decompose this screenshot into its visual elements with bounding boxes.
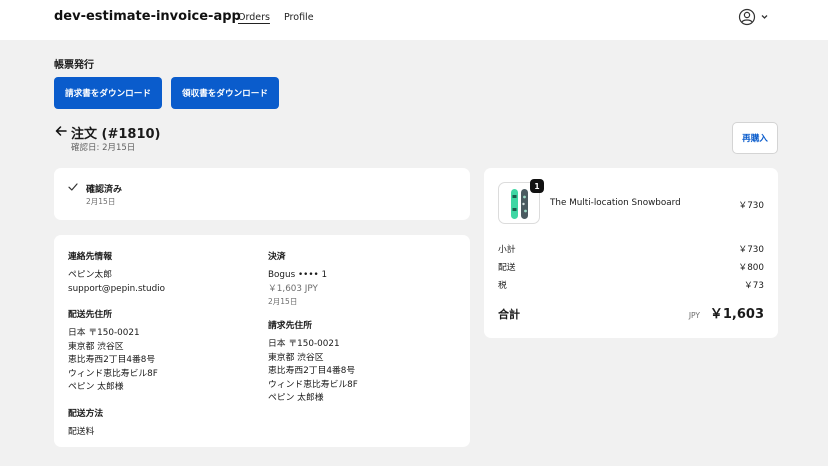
payment-amount: ￥1,603 JPY — [268, 283, 318, 294]
tax-label: 税 — [498, 281, 507, 291]
billing-address-line: 恵比寿西2丁目4番8号 — [268, 366, 356, 376]
contact-email: support@pepin.studio — [68, 283, 165, 294]
product-name: The Multi-location Snowboard — [550, 198, 681, 208]
order-summary-card: 1 The Multi-location Snowboard ￥730 小計 ￥… — [484, 168, 778, 338]
payment-method: Bogus •••• 1 — [268, 270, 328, 280]
back-arrow-icon[interactable] — [54, 124, 68, 138]
billing-address-heading: 請求先住所 — [268, 321, 312, 331]
shipping-label: 配送 — [498, 263, 516, 273]
total-row: 合計 JPY ￥1,603 — [498, 303, 764, 322]
shipping-address-line: 東京都 渋谷区 — [68, 341, 124, 352]
tax-value: ￥73 — [744, 281, 764, 291]
chevron-down-icon — [761, 15, 768, 19]
payment-date: 2月15日 — [268, 297, 298, 306]
contact-name: ペピン太郎 — [68, 270, 112, 280]
billing-address-line: ウィンド恵比寿ビル8F — [268, 379, 358, 390]
nav-profile-link[interactable]: Profile — [284, 12, 314, 23]
checkmark-icon — [68, 183, 78, 191]
shipping-address-line: ウィンド恵比寿ビル8F — [68, 368, 158, 379]
nav-orders-link[interactable]: Orders — [238, 12, 270, 23]
app-title: dev-estimate-invoice-app — [54, 9, 241, 24]
download-receipt-button[interactable]: 領収書をダウンロード — [171, 77, 279, 109]
shipping-value: ￥800 — [738, 263, 764, 273]
contact-info-heading: 連絡先情報 — [68, 252, 112, 262]
subtotal-row: 小計 ￥730 — [498, 242, 764, 255]
shipping-address-line: 恵比寿西2丁目4番8号 — [68, 355, 156, 365]
order-details-card: 連絡先情報 ペピン太郎 support@pepin.studio 配送先住所 日… — [54, 235, 470, 447]
documents-heading: 帳票発行 — [54, 60, 94, 71]
order-title: 注文 (#1810) — [71, 127, 161, 142]
download-invoice-button[interactable]: 請求書をダウンロード — [54, 77, 162, 109]
reorder-button[interactable]: 再購入 — [732, 122, 778, 154]
shipping-address-line: ペピン 太郎様 — [68, 382, 124, 392]
order-confirmed-date: 確認日: 2月15日 — [71, 143, 136, 153]
billing-address-line: 東京都 渋谷区 — [268, 352, 324, 363]
details-left-column: 連絡先情報 ペピン太郎 support@pepin.studio 配送先住所 日… — [68, 249, 165, 439]
status-label: 確認済み — [86, 185, 123, 195]
total-label: 合計 — [498, 308, 520, 321]
status-card: 確認済み 2月15日 — [54, 168, 470, 220]
shipping-method-value: 配送料 — [68, 426, 95, 437]
billing-address-line: 日本 〒150-0021 — [268, 339, 340, 349]
total-currency: JPY — [688, 311, 700, 320]
payment-heading: 決済 — [268, 252, 286, 262]
account-menu-button[interactable] — [738, 8, 770, 28]
shipping-row: 配送 ￥800 — [498, 260, 764, 273]
subtotal-value: ￥730 — [738, 245, 764, 255]
shipping-address-line: 日本 〒150-0021 — [68, 328, 140, 338]
tax-row: 税 ￥73 — [498, 278, 764, 291]
details-right-column: 決済 Bogus •••• 1 ￥1,603 JPY 2月15日 請求先住所 日… — [268, 249, 358, 406]
user-avatar-icon — [738, 8, 768, 26]
subtotal-label: 小計 — [498, 245, 516, 255]
shipping-address-heading: 配送先住所 — [68, 310, 112, 320]
status-date: 2月15日 — [86, 197, 116, 206]
app-header: dev-estimate-invoice-app Orders Profile — [0, 0, 828, 40]
total-value: ￥1,603 — [709, 307, 764, 322]
product-price: ￥730 — [738, 201, 764, 211]
shipping-method-heading: 配送方法 — [68, 408, 104, 419]
quantity-badge: 1 — [530, 179, 544, 193]
billing-address-line: ペピン 太郎様 — [268, 393, 324, 403]
